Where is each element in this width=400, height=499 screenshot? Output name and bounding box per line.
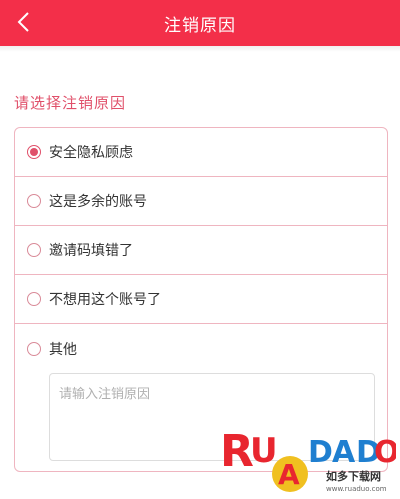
- svg-text:O: O: [374, 435, 396, 470]
- option-label: 安全隐私顾虑: [49, 145, 133, 161]
- svg-text:A: A: [332, 435, 356, 470]
- option-privacy[interactable]: 安全隐私顾虑: [15, 128, 387, 177]
- option-redundant-account[interactable]: 这是多余的账号: [15, 177, 387, 226]
- header-shadow: [0, 46, 400, 52]
- radio-button[interactable]: [27, 292, 41, 306]
- chevron-left-icon[interactable]: [16, 11, 32, 33]
- option-no-longer-use[interactable]: 不想用这个账号了: [15, 275, 387, 324]
- svg-text:www.ruaduo.com: www.ruaduo.com: [326, 485, 387, 493]
- svg-text:D: D: [308, 435, 333, 470]
- option-label: 邀请码填错了: [49, 243, 133, 259]
- radio-button-checked[interactable]: [27, 145, 41, 159]
- section-title: 请选择注销原因: [14, 94, 127, 112]
- svg-text:U: U: [250, 431, 278, 471]
- radio-button[interactable]: [27, 243, 41, 257]
- option-wrong-invite-code[interactable]: 邀请码填错了: [15, 226, 387, 275]
- page-title: 注销原因: [164, 15, 236, 36]
- radio-button[interactable]: [27, 341, 41, 356]
- svg-text:A: A: [278, 458, 300, 491]
- option-other[interactable]: 其他: [15, 324, 387, 373]
- watermark-logo: R U A D A D O 如多下载网 www.ruaduo.com: [220, 426, 396, 493]
- radio-button[interactable]: [27, 194, 41, 208]
- svg-text:R: R: [220, 426, 254, 477]
- option-label: 不想用这个账号了: [49, 292, 161, 308]
- app-bar: 注销原因: [0, 0, 400, 46]
- svg-text:如多下载网: 如多下载网: [326, 469, 381, 483]
- option-label: 其他: [49, 341, 77, 358]
- option-label: 这是多余的账号: [49, 194, 147, 210]
